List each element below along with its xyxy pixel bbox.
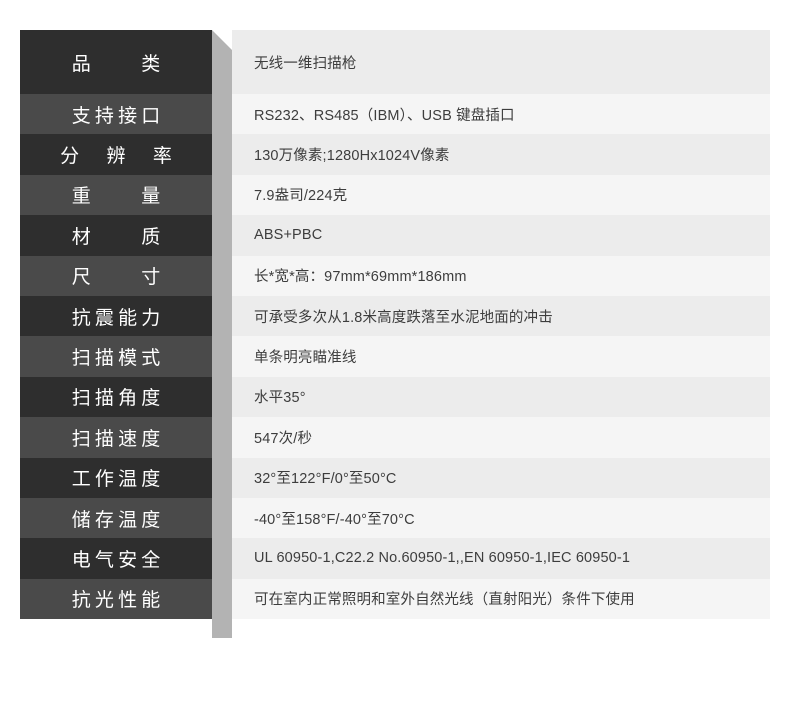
spec-value-cell: 单条明亮瞄准线 xyxy=(232,336,770,377)
spec-value-cell: 无线一维扫描枪 xyxy=(232,30,770,94)
spec-label-cell: 品 类 xyxy=(20,30,212,94)
spec-label-cell: 电气安全 xyxy=(20,538,212,579)
spec-value-cell: 7.9盎司/224克 xyxy=(232,174,770,216)
spec-value-cell: 547次/秒 xyxy=(232,417,770,458)
spec-label-cell: 抗震能力 xyxy=(20,295,212,337)
spec-value-cell: ABS+PBC xyxy=(232,215,770,256)
spec-label-cell: 工作温度 xyxy=(20,457,212,498)
spec-label-cell: 抗光性能 xyxy=(20,578,212,620)
spec-value-cell: 长*宽*高：97mm*69mm*186mm xyxy=(232,255,770,296)
panel-shadow-bevel xyxy=(212,30,232,638)
specification-table: 品 类支持接口分 辨 率重 量材 质尺 寸抗震能力 扫描模式 扫描角度 扫描速度 工作温… xyxy=(0,0,790,721)
label-column: 品 类支持接口分 辨 率重 量材 质尺 寸抗震能力 扫描模式 扫描角度 扫描速度 工作温… xyxy=(20,30,212,620)
spec-label-cell: 扫描角度 xyxy=(20,376,212,418)
value-column: 无线一维扫描枪 RS232、RS485（IBM）、USB 键盘插口 130万像素;1… xyxy=(232,30,770,620)
spec-label-cell: 储存温度 xyxy=(20,497,212,539)
spec-label-cell: 材 质 xyxy=(20,215,212,256)
spec-value-cell: -40°至158°F/-40°至70°C xyxy=(232,497,770,539)
spec-value-cell: 水平35° xyxy=(232,376,770,418)
spec-label-cell: 尺 寸 xyxy=(20,255,212,296)
spec-label-cell: 分 辨 率 xyxy=(20,134,212,175)
spec-label-cell: 重 量 xyxy=(20,174,212,216)
spec-value-cell: 130万像素;1280Hx1024V像素 xyxy=(232,134,770,175)
spec-value-cell: 32°至122°F/0°至50°C xyxy=(232,457,770,498)
spec-value-cell: UL 60950-1,C22.2 No.60950-1,,EN 60950-1,… xyxy=(232,538,770,579)
spec-value-cell: 可承受多次从1.8米高度跌落至水泥地面的冲击 xyxy=(232,295,770,337)
spec-value-cell: RS232、RS485（IBM）、USB 键盘插口 xyxy=(232,94,770,135)
spec-label-cell: 扫描模式 xyxy=(20,336,212,377)
spec-value-cell: 可在室内正常照明和室外自然光线（直射阳光）条件下使用 xyxy=(232,578,770,620)
spec-label-cell: 支持接口 xyxy=(20,94,212,135)
spec-label-cell: 扫描速度 xyxy=(20,417,212,458)
